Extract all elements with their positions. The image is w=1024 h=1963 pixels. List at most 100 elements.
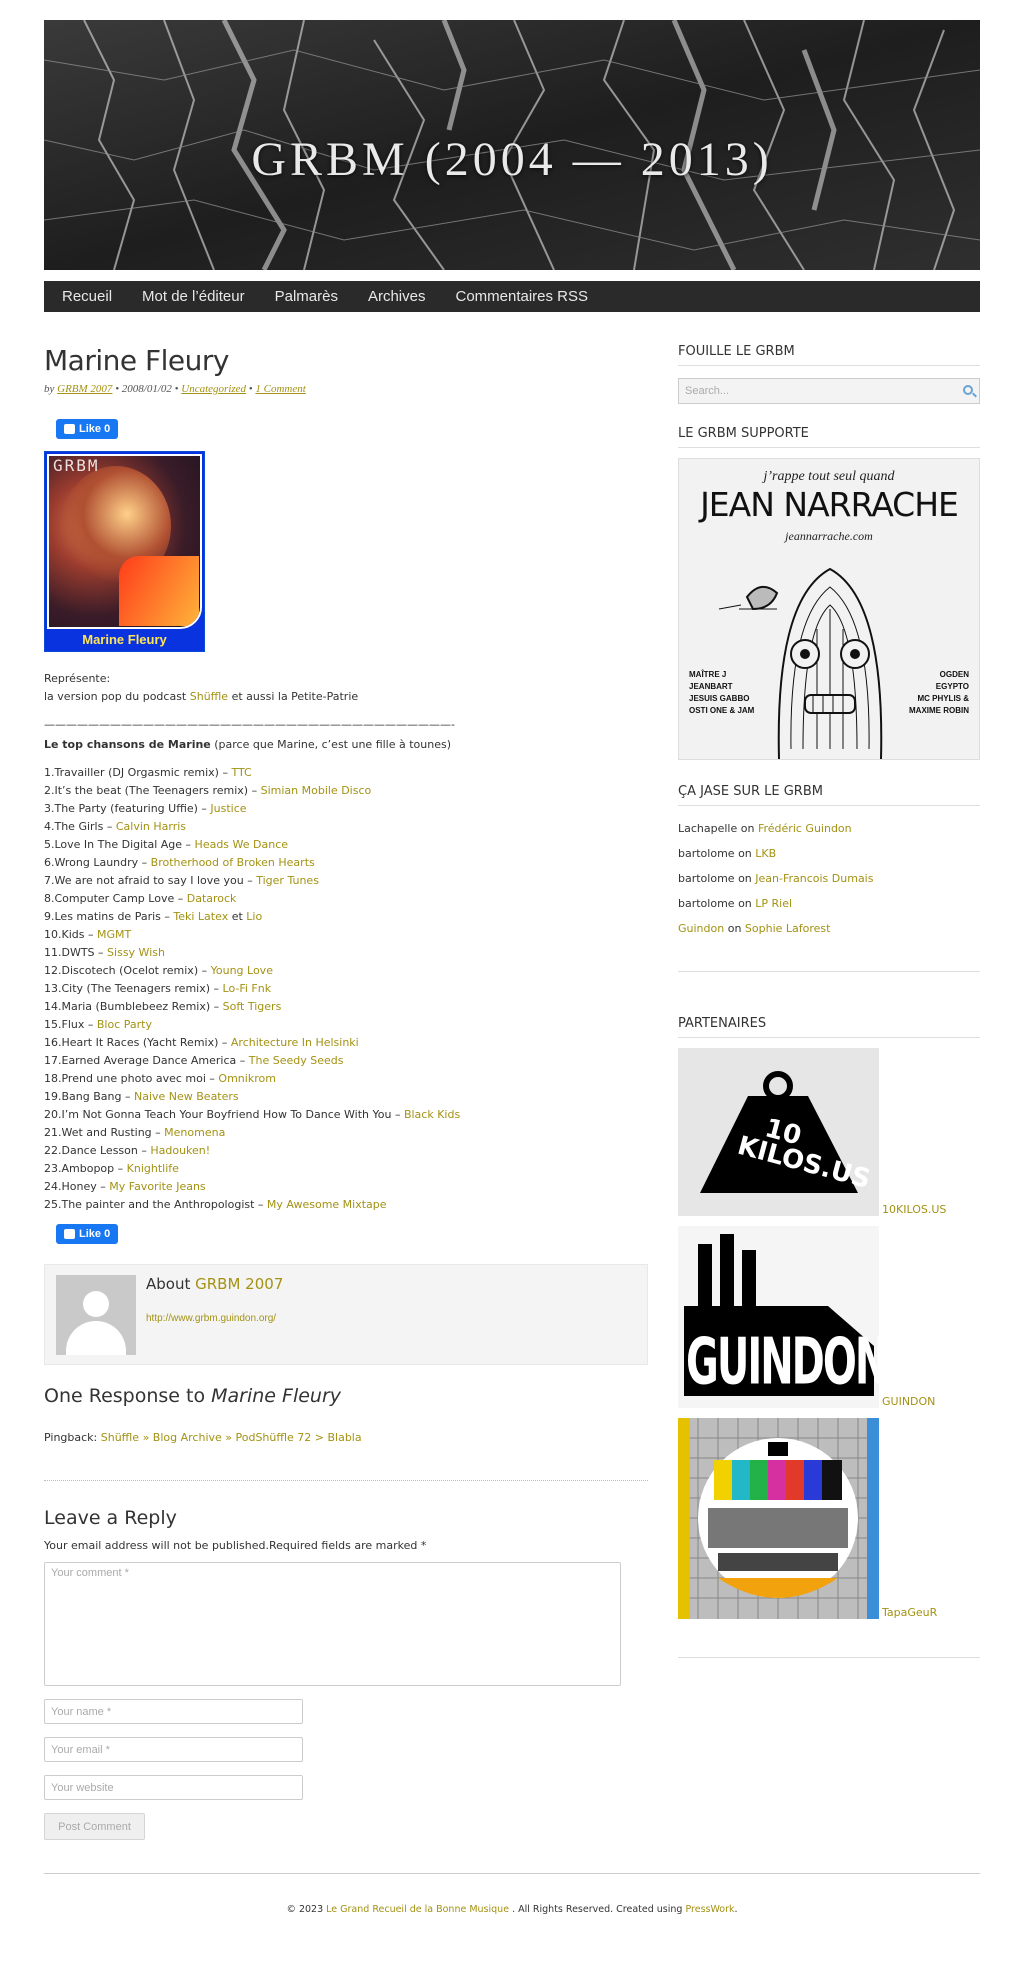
song-item: 8.Computer Camp Love – Datarock	[44, 890, 648, 908]
comment-textarea[interactable]	[44, 1562, 621, 1686]
partner-link[interactable]: 10KILOS.US	[882, 1203, 946, 1216]
footer-copyright: © 2023	[286, 1904, 324, 1915]
photo-logo: GRBM	[53, 456, 100, 475]
song-title: 11.DWTS –	[44, 946, 108, 959]
artist-link[interactable]: Brotherhood of Broken Hearts	[151, 856, 315, 869]
artist-link[interactable]: Teki Latex	[173, 910, 228, 923]
partner-link[interactable]: TapaGeuR	[882, 1606, 937, 1619]
test-card-logo-icon[interactable]	[678, 1418, 879, 1619]
comment-on: on	[727, 922, 742, 935]
artist-link[interactable]: Young Love	[211, 964, 273, 977]
podcast-prefix: la version pop du podcast	[44, 690, 187, 703]
website-field[interactable]	[44, 1775, 303, 1800]
footer: © 2023 Le Grand Recueil de la Bonne Musi…	[44, 1873, 980, 1915]
artist-link[interactable]: Sissy Wish	[107, 946, 165, 959]
song-title: 21.Wet and Rusting –	[44, 1126, 165, 1139]
comment-post-link[interactable]: Sophie Laforest	[745, 922, 831, 935]
partner-item[interactable]: GUINDON GUINDON	[678, 1226, 980, 1408]
meta-author-link[interactable]: GRBM 2007	[57, 383, 112, 395]
site-title[interactable]: GRBM (2004 — 2013)	[44, 132, 980, 187]
artist-link[interactable]: Lio	[246, 910, 262, 923]
artist-link[interactable]: MGMT	[97, 928, 131, 941]
artist-link[interactable]: Omnikrom	[218, 1072, 276, 1085]
nav-item-comments-rss[interactable]: Commentaires RSS	[440, 281, 603, 312]
comment-post-link[interactable]: LKB	[755, 847, 776, 860]
artist-link[interactable]: Naive New Beaters	[134, 1090, 239, 1103]
post-comment-button[interactable]: Post Comment	[44, 1813, 145, 1840]
song-title: 6.Wrong Laundry –	[44, 856, 151, 869]
artist-photo: GRBM Marine Fleury	[44, 451, 205, 652]
artist-link[interactable]: Hadouken!	[150, 1144, 210, 1157]
photo-detail	[119, 556, 199, 626]
podcast-link[interactable]: Shüffle	[190, 690, 228, 703]
song-title: 3.The Party (featuring Uffie) –	[44, 802, 211, 815]
artist-link[interactable]: TTC	[231, 766, 251, 779]
song-title: 8.Computer Camp Love –	[44, 892, 187, 905]
meta-comments-link[interactable]: 1 Comment	[255, 383, 305, 395]
artist-link[interactable]: Architecture In Helsinki	[231, 1036, 359, 1049]
nav-item-palmares[interactable]: Palmarès	[260, 281, 353, 312]
song-title: 22.Dance Lesson –	[44, 1144, 151, 1157]
comment-on: on	[738, 872, 752, 885]
comment-post-link[interactable]: Jean-Francois Dumais	[755, 872, 873, 885]
artist-link[interactable]: Calvin Harris	[116, 820, 186, 833]
top-heading-bold: Le top chansons de Marine	[44, 738, 211, 751]
comment-author[interactable]: Guindon	[678, 922, 724, 935]
pingback-link[interactable]: Shüffle » Blog Archive » PodShüffle 72 >…	[101, 1431, 362, 1444]
song-item: 6.Wrong Laundry – Brotherhood of Broken …	[44, 854, 648, 872]
author-url-link[interactable]: http://www.grbm.guindon.org/	[146, 1313, 276, 1324]
footer-spacer	[44, 1915, 980, 1933]
artist-link[interactable]: Datarock	[187, 892, 237, 905]
nav-item-archives[interactable]: Archives	[353, 281, 441, 312]
artist-link[interactable]: Justice	[210, 802, 246, 815]
song-title: 5.Love In The Digital Age –	[44, 838, 195, 851]
top-heading: Le top chansons de Marine (parce que Mar…	[44, 736, 648, 754]
artist-link[interactable]: Heads We Dance	[195, 838, 288, 851]
search-input[interactable]	[679, 379, 939, 403]
responses-title: Marine Fleury	[211, 1385, 342, 1407]
artist-link[interactable]: My Awesome Mixtape	[267, 1198, 387, 1211]
responses-prefix: One Response to	[44, 1385, 206, 1407]
nav-item-mot-editeur[interactable]: Mot de l’éditeur	[127, 281, 260, 312]
song-item: 19.Bang Bang – Naive New Beaters	[44, 1088, 648, 1106]
comment-on: on	[740, 822, 755, 835]
artist-link[interactable]: My Favorite Jeans	[109, 1180, 205, 1193]
artist-link[interactable]: Black Kids	[404, 1108, 460, 1121]
ad-artist: MC PHYLIS &	[917, 694, 969, 703]
artist-link[interactable]: Simian Mobile Disco	[261, 784, 372, 797]
meta-by: by	[44, 383, 55, 395]
partner-link[interactable]: GUINDON	[882, 1395, 935, 1408]
facebook-like-button[interactable]: Like 0	[56, 1224, 119, 1244]
song-title: 2.It’s the beat (The Teenagers remix) –	[44, 784, 261, 797]
artist-link[interactable]: Lo-Fi Fnk	[223, 982, 272, 995]
author-box: About GRBM 2007 http://www.grbm.guindon.…	[44, 1264, 648, 1365]
artist-link[interactable]: The Seedy Seeds	[249, 1054, 344, 1067]
partner-item[interactable]: TapaGeuR	[678, 1418, 980, 1619]
support-ad-image[interactable]: j’rappe tout seul quand JEAN NARRACHE je…	[678, 458, 980, 760]
email-field[interactable]	[44, 1737, 303, 1762]
weight-logo-icon[interactable]: 10 KILOS.US	[678, 1048, 879, 1216]
search-icon[interactable]	[963, 385, 973, 395]
artist-link[interactable]: Tiger Tunes	[256, 874, 319, 887]
factory-logo-icon[interactable]: GUINDON	[678, 1226, 879, 1408]
comment-post-link[interactable]: LP Riel	[755, 897, 792, 910]
artist-link[interactable]: Bloc Party	[97, 1018, 152, 1031]
ad-artists-right: OGDEN EGYPTO MC PHYLIS & MAXIME ROBIN	[909, 669, 969, 717]
meta-category-link[interactable]: Uncategorized	[181, 383, 246, 395]
artist-link[interactable]: Menomena	[164, 1126, 225, 1139]
comment-on: on	[738, 897, 752, 910]
footer-site-link[interactable]: Le Grand Recueil de la Bonne Musique	[326, 1904, 509, 1915]
artist-link[interactable]: Soft Tigers	[223, 1000, 282, 1013]
name-field[interactable]	[44, 1699, 303, 1724]
facebook-like-button[interactable]: Like 0	[56, 419, 119, 439]
photo-image	[47, 454, 202, 629]
artist-link[interactable]: Knightlife	[127, 1162, 179, 1175]
comment-post-link[interactable]: Frédéric Guindon	[758, 822, 852, 835]
footer-theme-link[interactable]: PressWork	[685, 1904, 734, 1915]
song-title: 14.Maria (Bumblebeez Remix) –	[44, 1000, 223, 1013]
author-name-link[interactable]: GRBM 2007	[195, 1275, 283, 1293]
nav-item-recueil[interactable]: Recueil	[47, 281, 127, 312]
partner-item[interactable]: 10 KILOS.US 10KILOS.US	[678, 1048, 980, 1216]
song-item: 2.It’s the beat (The Teenagers remix) – …	[44, 782, 648, 800]
song-item: 14.Maria (Bumblebeez Remix) – Soft Tiger…	[44, 998, 648, 1016]
